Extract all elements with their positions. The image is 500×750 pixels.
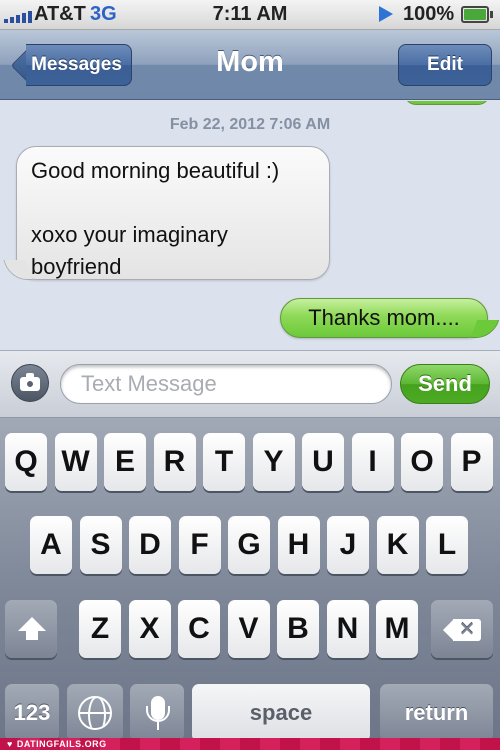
key-f[interactable]: F <box>178 516 221 574</box>
key-r[interactable]: R <box>153 433 196 491</box>
key-h[interactable]: H <box>277 516 320 574</box>
edit-button[interactable]: Edit <box>398 44 492 86</box>
previous-message-bubble <box>404 101 490 105</box>
key-q[interactable]: Q <box>5 433 47 491</box>
key-d[interactable]: D <box>129 516 171 574</box>
shift-key[interactable] <box>5 600 57 658</box>
delete-backspace-icon: ✕ <box>443 619 481 641</box>
key-e[interactable]: E <box>104 433 146 491</box>
numbers-key[interactable]: 123 <box>5 684 59 742</box>
space-key[interactable]: space <box>192 684 370 742</box>
composer-bar: Send <box>0 350 500 418</box>
return-key[interactable]: return <box>380 684 493 742</box>
key-v[interactable]: V <box>227 600 270 658</box>
key-g[interactable]: G <box>228 516 270 574</box>
watermark-text: DATINGFAILS.ORG <box>16 739 107 749</box>
key-w[interactable]: W <box>54 433 97 491</box>
text-message-input[interactable] <box>60 364 392 404</box>
send-button[interactable]: Send <box>400 364 490 404</box>
key-c[interactable]: C <box>178 600 220 658</box>
message-timestamp: Feb 22, 2012 7:06 AM <box>169 116 331 133</box>
key-a[interactable]: A <box>30 516 72 574</box>
incoming-message-bubble[interactable]: Good morning beautiful :) xoxo your imag… <box>3 146 330 280</box>
key-b[interactable]: B <box>277 600 319 658</box>
shift-arrow-icon <box>18 617 46 640</box>
key-l[interactable]: L <box>426 516 468 574</box>
battery-icon <box>461 6 489 23</box>
bubble-tail <box>3 260 33 280</box>
status-bar: AT&T 3G 7:11 AM 100% <box>0 0 500 30</box>
key-y[interactable]: Y <box>252 433 295 491</box>
camera-button[interactable] <box>11 364 49 402</box>
key-i[interactable]: I <box>351 433 394 491</box>
key-t[interactable]: T <box>203 433 245 491</box>
key-u[interactable]: U <box>302 433 344 491</box>
key-o[interactable]: O <box>401 433 443 491</box>
location-arrow-icon <box>379 6 393 22</box>
incoming-message-text: Good morning beautiful :) xoxo your imag… <box>31 158 280 279</box>
globe-key[interactable] <box>67 684 123 742</box>
dictation-key[interactable] <box>130 684 184 742</box>
key-j[interactable]: J <box>327 516 369 574</box>
conversation-view[interactable]: Feb 22, 2012 7:06 AM Good morning beauti… <box>0 101 500 350</box>
key-s[interactable]: S <box>79 516 122 574</box>
globe-icon <box>78 696 112 730</box>
key-p[interactable]: P <box>450 433 493 491</box>
key-k[interactable]: K <box>376 516 419 574</box>
outgoing-message-text: Thanks mom.... <box>308 305 460 330</box>
key-x[interactable]: X <box>128 600 171 658</box>
keyboard: ✕ 123 space return QWERTYUIOP ASDFGHJKL ZX… <box>0 418 500 750</box>
bubble-tail <box>470 320 500 338</box>
battery-percent: 100% <box>403 3 455 25</box>
key-z[interactable]: Z <box>79 600 121 658</box>
camera-icon <box>20 373 40 391</box>
key-n[interactable]: N <box>326 600 369 658</box>
watermark-banner: ♥ DATINGFAILS.ORG <box>0 738 500 750</box>
battery-tip <box>490 11 493 18</box>
outgoing-message-bubble[interactable]: Thanks mom.... <box>280 298 500 338</box>
key-m[interactable]: M <box>376 600 418 658</box>
navigation-bar: Messages Mom Edit <box>0 30 500 100</box>
delete-key[interactable]: ✕ <box>431 600 493 658</box>
watermark-logo: ♥ DATINGFAILS.ORG <box>7 739 107 749</box>
